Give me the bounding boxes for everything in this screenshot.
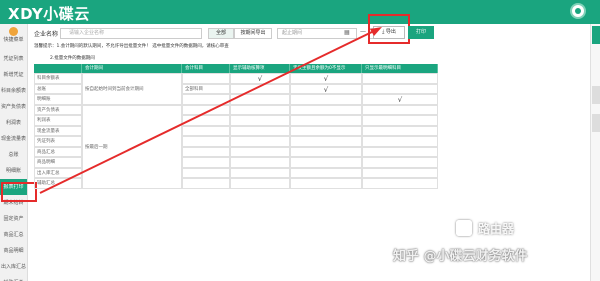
router-logo-icon [456,220,472,236]
watermark-text: 知乎 @小碟云财务软件 [393,249,528,264]
watermark-router: 路由器 [478,222,515,236]
app-window: XDY小碟云 快捷菜单 凭证列表 新增凭证 科目余额表 资产负债表 利润表 现金流量表 总账明… [0,0,600,281]
annotation-arrow [39,27,382,194]
